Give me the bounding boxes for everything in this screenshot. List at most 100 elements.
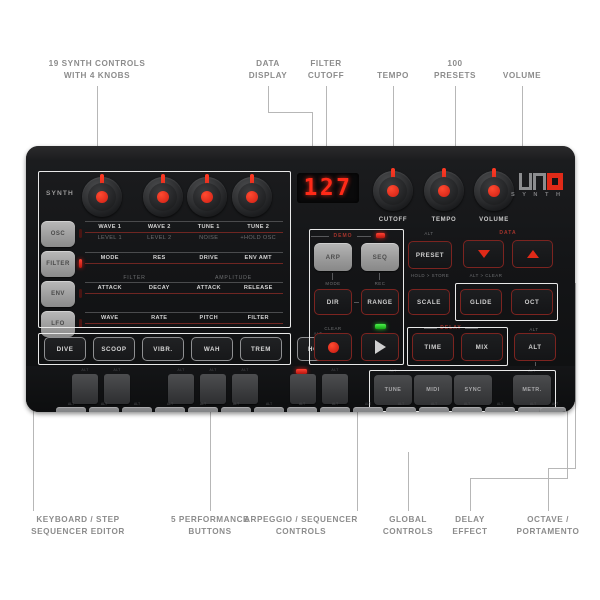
tempo-knob[interactable] bbox=[424, 168, 464, 211]
leader-filter-cutoff bbox=[326, 86, 327, 147]
knob-4[interactable] bbox=[232, 174, 272, 217]
white-key-7[interactable] bbox=[254, 407, 284, 412]
white-key-5[interactable] bbox=[188, 407, 218, 412]
black-key-sub-3: ALT bbox=[177, 368, 185, 372]
global-button-metr[interactable]: METR. bbox=[513, 375, 551, 405]
record-button[interactable] bbox=[314, 333, 352, 361]
white-key-10[interactable] bbox=[353, 407, 383, 412]
param-wave-2: WAVE 2 bbox=[147, 224, 171, 230]
leader-global bbox=[408, 452, 409, 511]
data-up-button[interactable] bbox=[512, 240, 553, 268]
mode-led-lfo bbox=[79, 319, 82, 328]
white-key-sub-5: ALT bbox=[199, 402, 207, 406]
keybed: ALT ALT ALT ALT ALT ALT TUNE MIDI SYNC M… bbox=[26, 366, 575, 412]
perf-button-vibr[interactable]: VIBR. bbox=[142, 337, 184, 361]
white-key-sub-3: ALT bbox=[133, 402, 141, 406]
data-label: DATA bbox=[499, 230, 517, 236]
delay-mix-button[interactable]: MIX bbox=[461, 333, 503, 361]
white-key-9[interactable] bbox=[320, 407, 350, 412]
callout-data-display: DATA DISPLAY bbox=[248, 59, 288, 80]
param-lfo-pitch: PITCH bbox=[199, 315, 219, 321]
callout-tempo: TEMPO bbox=[377, 71, 409, 80]
param-lfo-wave: WAVE bbox=[101, 315, 119, 321]
delay-time-button[interactable]: TIME bbox=[412, 333, 454, 361]
leader-tempo bbox=[393, 86, 394, 147]
black-key-3[interactable] bbox=[168, 374, 194, 404]
volume-knob-label: VOLUME bbox=[479, 217, 509, 223]
white-key-sub-14: ALT bbox=[496, 402, 504, 406]
data-display: 127 bbox=[297, 173, 359, 203]
white-key-sub-11: ALT bbox=[397, 402, 405, 406]
white-key-11[interactable] bbox=[386, 407, 416, 412]
param-sub-level-1: LEVEL 1 bbox=[97, 235, 122, 241]
oct-button[interactable]: OCT bbox=[511, 289, 553, 315]
seq-button[interactable]: SEQ bbox=[361, 243, 399, 271]
alt-button[interactable]: ALT bbox=[514, 333, 556, 361]
callout-delay-effect: DELAY EFFECT bbox=[452, 515, 488, 536]
param-amp-release: RELEASE bbox=[243, 285, 273, 291]
synth-section-label: SYNTH bbox=[46, 190, 74, 197]
param-drive: DRIVE bbox=[199, 255, 219, 261]
white-key-3[interactable] bbox=[122, 407, 152, 412]
knob-1[interactable] bbox=[82, 174, 122, 217]
white-key-sub-2: ALT bbox=[100, 402, 108, 406]
white-key-14[interactable] bbox=[485, 407, 515, 412]
mode-button-env[interactable]: ENV bbox=[41, 281, 75, 307]
dir-button[interactable]: DIR bbox=[314, 289, 352, 315]
white-key-sub-6: ALT bbox=[232, 402, 240, 406]
param-res: RES bbox=[152, 255, 166, 261]
callout-volume: VOLUME bbox=[502, 71, 542, 80]
mode-button-filter[interactable]: FILTER bbox=[41, 251, 75, 277]
demo-rule-left bbox=[311, 236, 329, 237]
data-hint: ALT > CLEAR bbox=[469, 273, 503, 278]
callout-keyboard-step-sequencer: KEYBOARD / STEP SEQUENCER EDITOR bbox=[31, 515, 125, 536]
data-down-button[interactable] bbox=[463, 240, 504, 268]
white-key-4[interactable] bbox=[155, 407, 185, 412]
black-key-6[interactable] bbox=[290, 374, 316, 404]
perf-button-scoop[interactable]: SCOOP bbox=[93, 337, 135, 361]
callout-presets: 100 PRESETS bbox=[433, 59, 477, 80]
seq-stem bbox=[379, 273, 380, 280]
arp-button[interactable]: ARP bbox=[314, 243, 352, 271]
triangle-down-icon bbox=[477, 250, 490, 258]
perf-button-dive[interactable]: DIVE bbox=[44, 337, 86, 361]
white-key-6[interactable] bbox=[221, 407, 251, 412]
black-key-7[interactable] bbox=[322, 374, 348, 404]
param-sub-noise: NOISE bbox=[199, 235, 219, 241]
glide-button[interactable]: GLIDE bbox=[460, 289, 502, 315]
leader-octave-b bbox=[575, 283, 576, 468]
knob-2[interactable] bbox=[143, 174, 183, 217]
perf-button-wah[interactable]: WAH bbox=[191, 337, 233, 361]
play-button[interactable] bbox=[361, 333, 399, 361]
delay-label: DELAY bbox=[440, 325, 462, 331]
preset-button[interactable]: PRESET bbox=[408, 241, 452, 269]
white-key-16[interactable] bbox=[540, 407, 566, 412]
scale-button[interactable]: SCALE bbox=[408, 289, 450, 315]
osc-row-rule-top bbox=[85, 221, 283, 222]
white-key-8[interactable] bbox=[287, 407, 317, 412]
knob-indicator bbox=[157, 191, 169, 203]
cutoff-knob[interactable] bbox=[373, 168, 413, 211]
range-button[interactable]: RANGE bbox=[361, 289, 399, 315]
leader-data-display-v bbox=[268, 86, 269, 112]
black-key-2[interactable] bbox=[104, 374, 130, 404]
white-key-sub-8: ALT bbox=[298, 402, 306, 406]
black-key-4[interactable] bbox=[200, 374, 226, 404]
mode-button-osc[interactable]: OSC bbox=[41, 221, 75, 247]
global-button-midi[interactable]: MIDI bbox=[414, 375, 452, 405]
white-key-1[interactable] bbox=[56, 407, 86, 412]
play-icon bbox=[374, 340, 386, 354]
global-button-tune[interactable]: TUNE bbox=[374, 375, 412, 405]
knob-indicator bbox=[438, 185, 450, 197]
preset-top-sub-label: ALT bbox=[424, 231, 434, 236]
white-key-sub-10: ALT bbox=[364, 402, 372, 406]
black-key-1[interactable] bbox=[72, 374, 98, 404]
white-key-12[interactable] bbox=[419, 407, 449, 412]
white-key-13[interactable] bbox=[452, 407, 482, 412]
black-key-5[interactable] bbox=[232, 374, 258, 404]
white-key-2[interactable] bbox=[89, 407, 119, 412]
global-button-sync[interactable]: SYNC bbox=[454, 375, 492, 405]
perf-button-trem[interactable]: TREM bbox=[240, 337, 282, 361]
black-key-sub-7: ALT bbox=[331, 368, 339, 372]
knob-3[interactable] bbox=[187, 174, 227, 217]
